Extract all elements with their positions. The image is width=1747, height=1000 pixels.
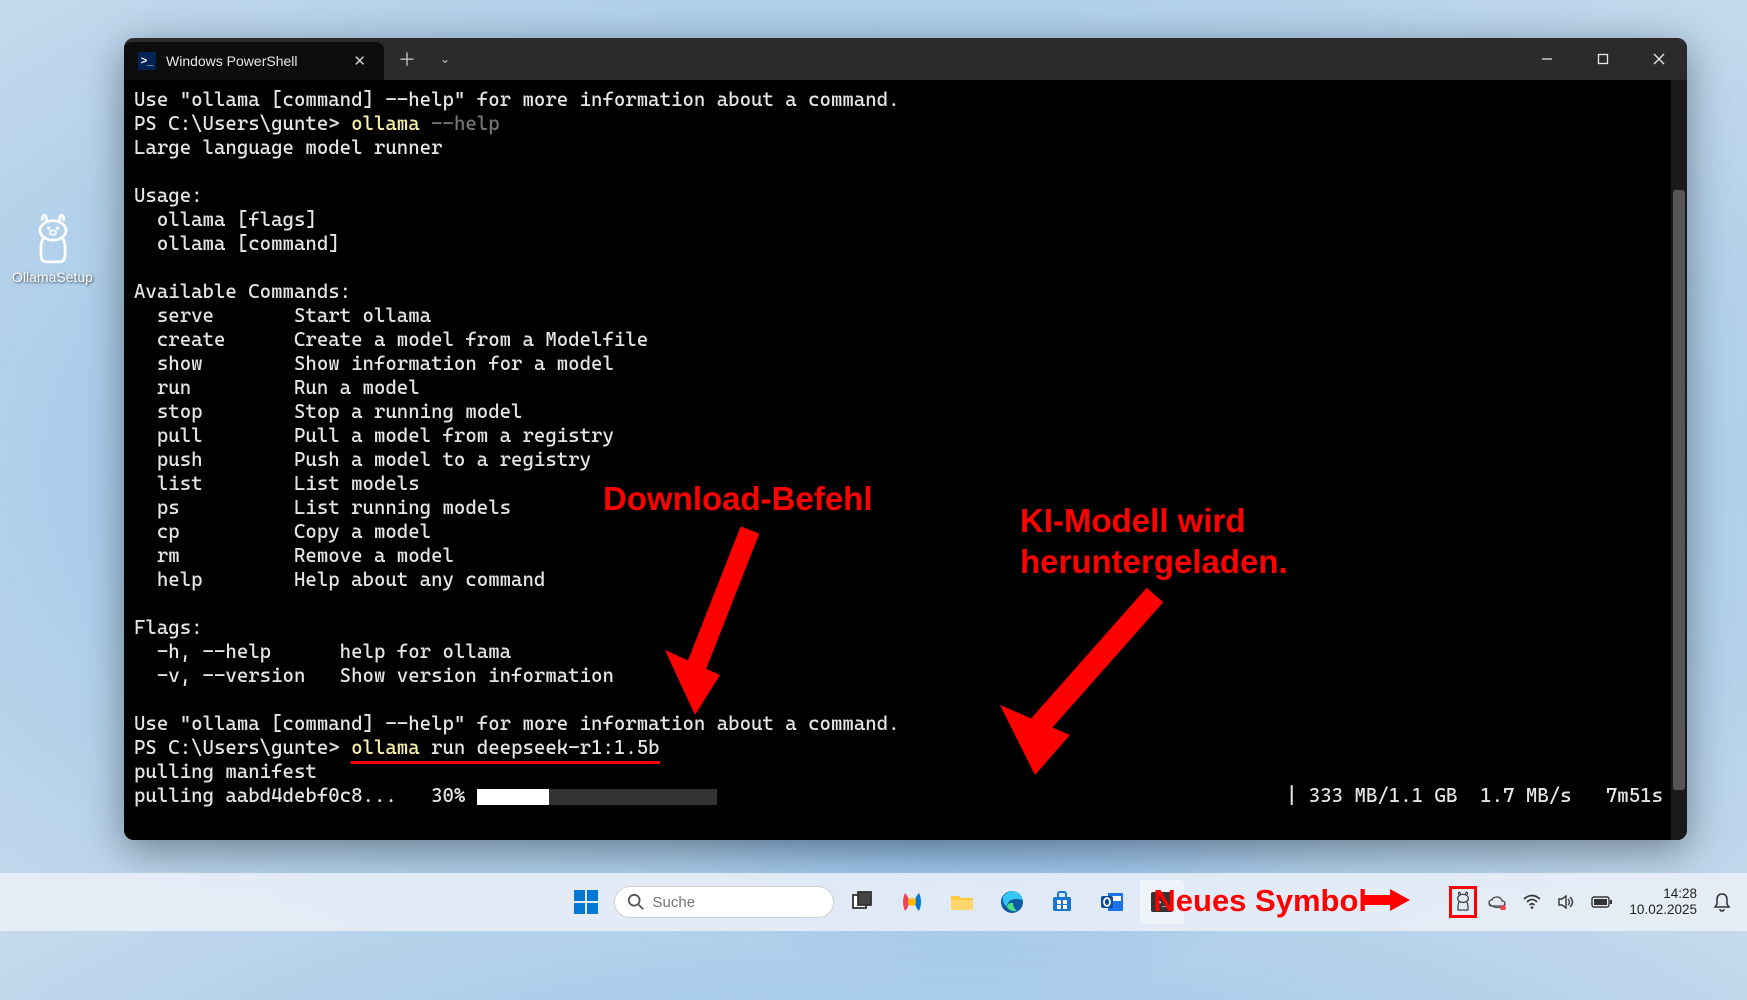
notifications-button[interactable] [1707, 888, 1737, 916]
new-tab-button[interactable]: ＋ [384, 38, 430, 80]
date-text: 10.02.2025 [1629, 902, 1697, 918]
tab-dropdown-button[interactable]: ⌄ [430, 38, 460, 80]
arrow-neues-symbol [1362, 883, 1412, 917]
annotation-neues-symbol: Neues Symbol [1153, 883, 1367, 919]
taskview-button[interactable] [840, 880, 884, 924]
tab-title: Windows PowerShell [166, 53, 337, 69]
explorer-button[interactable] [940, 880, 984, 924]
clock[interactable]: 14:28 10.02.2025 [1623, 886, 1703, 918]
terminal-window: >_ Windows PowerShell ✕ ＋ ⌄ Use "ollama … [124, 38, 1687, 840]
tab-close-button[interactable]: ✕ [347, 50, 372, 72]
volume-tray-icon[interactable] [1551, 890, 1581, 914]
close-button[interactable] [1631, 38, 1687, 80]
tab-powershell[interactable]: >_ Windows PowerShell ✕ [124, 42, 384, 80]
powershell-icon: >_ [138, 52, 156, 70]
ollama-icon [25, 210, 81, 266]
battery-tray-icon[interactable] [1585, 891, 1619, 913]
titlebar: >_ Windows PowerShell ✕ ＋ ⌄ [124, 38, 1687, 80]
search-input[interactable] [653, 894, 793, 911]
annotation-download-befehl: Download-Befehl [603, 478, 873, 519]
taskbar: >_ 14:28 10.02.2025 [0, 873, 1747, 931]
start-button[interactable] [564, 880, 608, 924]
arrow-kimodell [985, 575, 1185, 775]
window-controls [1519, 38, 1687, 80]
search-icon [627, 893, 645, 911]
store-button[interactable] [1040, 880, 1084, 924]
minimize-button[interactable] [1519, 38, 1575, 80]
annotation-kimodell: KI-Modell wird heruntergeladen. [1020, 500, 1288, 583]
maximize-button[interactable] [1575, 38, 1631, 80]
arrow-download [640, 520, 780, 720]
desktop-icon-ollamasetup[interactable]: OllamaSetup [10, 210, 95, 285]
desktop-icon-label: OllamaSetup [10, 269, 95, 285]
wifi-tray-icon[interactable] [1517, 890, 1547, 914]
ollama-tray-icon[interactable] [1449, 886, 1477, 918]
system-tray: 14:28 10.02.2025 [1449, 886, 1737, 918]
copilot-button[interactable] [890, 880, 934, 924]
taskbar-center: >_ [564, 880, 1184, 924]
time-text: 14:28 [1629, 886, 1697, 902]
outlook-button[interactable] [1090, 880, 1134, 924]
scrollbar[interactable] [1671, 80, 1687, 840]
terminal-output[interactable]: Use "ollama [command] --help" for more i… [124, 80, 1687, 840]
edge-button[interactable] [990, 880, 1034, 924]
search-box[interactable] [614, 886, 834, 918]
onedrive-tray-icon[interactable] [1481, 890, 1513, 914]
